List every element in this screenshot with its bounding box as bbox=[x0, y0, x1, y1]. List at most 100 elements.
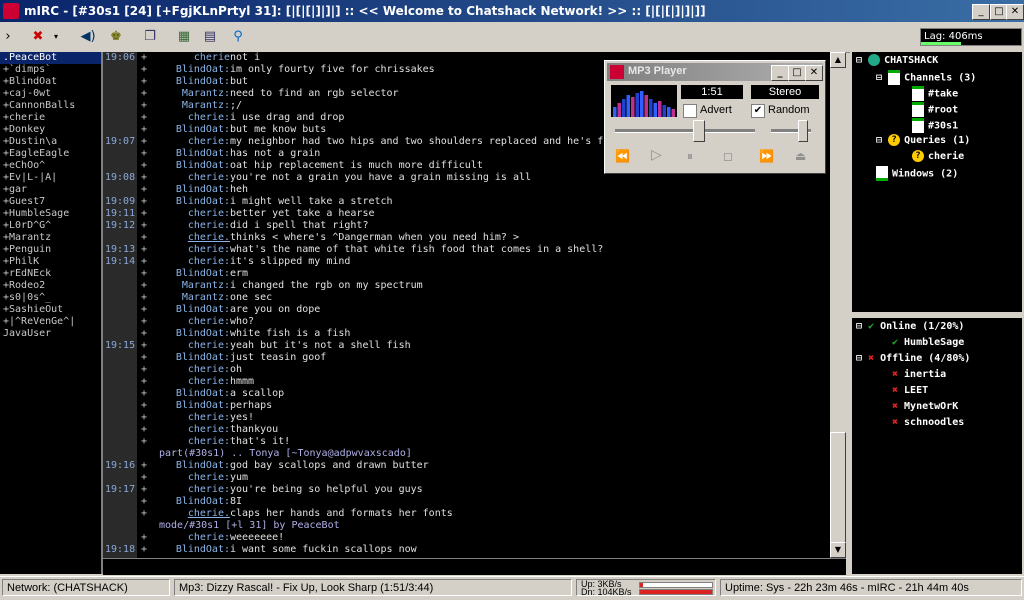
tree-queries[interactable]: ⊟ ? Queries (1) bbox=[876, 134, 970, 148]
chat-nick[interactable]: Marantz: bbox=[182, 280, 230, 292]
chat-nick[interactable]: BlindOat: bbox=[176, 76, 230, 88]
nick-item[interactable]: +SashieOut bbox=[0, 304, 101, 316]
tree-channel-item[interactable]: #30s1 bbox=[912, 118, 958, 133]
sound-icon[interactable]: ◀) bbox=[78, 27, 98, 47]
chat-nick[interactable]: cherie: bbox=[188, 436, 230, 448]
close-button[interactable]: ✕ bbox=[1006, 4, 1024, 20]
random-checkbox[interactable]: ✔ bbox=[751, 104, 765, 118]
eject-button[interactable]: ⏏ bbox=[795, 149, 806, 163]
nick-item[interactable]: +Ev|L-|A| bbox=[0, 172, 101, 184]
collapse-icon[interactable]: ⊟ bbox=[856, 321, 862, 332]
tree-network[interactable]: ⊟ CHATSHACK bbox=[856, 54, 938, 68]
chat-nick[interactable]: BlindOat: bbox=[176, 148, 230, 160]
chat-nick[interactable]: cherie: bbox=[188, 376, 230, 388]
notify-online-item[interactable]: ✔ HumbleSage bbox=[892, 336, 964, 350]
notify-online[interactable]: ⊟ ✔ Online (1/20%) bbox=[856, 320, 964, 334]
nick-item[interactable]: +rEdNEck bbox=[0, 268, 101, 280]
chat-nick[interactable]: BlindOat: bbox=[176, 64, 230, 76]
volume-track[interactable] bbox=[771, 120, 811, 142]
chat-nick[interactable]: BlindOat: bbox=[176, 352, 230, 364]
chat-nick[interactable]: cherie: bbox=[188, 220, 230, 232]
pause-button[interactable]: ⏸ bbox=[687, 149, 693, 164]
chat-nick[interactable]: Marantz: bbox=[182, 88, 230, 100]
chat-nick[interactable]: BlindOat: bbox=[176, 496, 230, 508]
chat-nick[interactable]: cherie bbox=[194, 52, 230, 64]
notify-offline-item[interactable]: ✖ schnoodles bbox=[892, 416, 964, 430]
nick-item[interactable]: +PhilK bbox=[0, 256, 101, 268]
mp3-player-window[interactable]: MP3 Player _ □ ✕ 1:51 Stereo Advert ✔ Ra… bbox=[604, 60, 826, 174]
chat-scrollbar[interactable]: ▲ ▼ bbox=[830, 52, 846, 558]
dropdown-icon[interactable]: ▾ bbox=[50, 27, 62, 47]
mp3-close-button[interactable]: ✕ bbox=[805, 65, 823, 81]
chat-nick[interactable]: BlindOat: bbox=[176, 196, 230, 208]
chat-nick[interactable]: cherie: bbox=[188, 256, 230, 268]
tree-windows[interactable]: Windows (2) bbox=[876, 166, 958, 181]
chat-nick[interactable]: Marantz: bbox=[182, 100, 230, 112]
tree-channel-item[interactable]: #root bbox=[912, 102, 958, 117]
chat-nick[interactable]: BlindOat: bbox=[176, 400, 230, 412]
collapse-icon[interactable]: ⊟ bbox=[876, 135, 882, 146]
nick-item[interactable]: +Dustin\a bbox=[0, 136, 101, 148]
nick-item[interactable]: +Penguin bbox=[0, 244, 101, 256]
channels-list-icon[interactable]: ▦ bbox=[174, 27, 194, 47]
tree-channel-item[interactable]: #take bbox=[912, 86, 958, 101]
minimize-button[interactable]: _ bbox=[972, 4, 990, 20]
notify-list[interactable]: ⊟ ✔ Online (1/20%) ✔ HumbleSage ⊟ ✖ Offli… bbox=[852, 318, 1022, 574]
chat-nick[interactable]: cherie: bbox=[188, 364, 230, 376]
chat-nick[interactable]: cherie: bbox=[188, 316, 230, 328]
message-input[interactable] bbox=[103, 558, 846, 575]
advert-checkbox[interactable] bbox=[683, 104, 697, 118]
play-button[interactable]: ▷ bbox=[651, 147, 662, 163]
scroll-thumb[interactable] bbox=[830, 432, 846, 544]
nick-item[interactable]: +Donkey bbox=[0, 124, 101, 136]
notify-offline-item[interactable]: ✖ MynetwOrK bbox=[892, 400, 958, 414]
chat-nick[interactable]: cherie: bbox=[188, 112, 230, 124]
nick-item[interactable]: +BlindOat bbox=[0, 76, 101, 88]
nick-item[interactable]: +L0rD^G^ bbox=[0, 220, 101, 232]
toolbar-arrow-icon[interactable]: › bbox=[2, 27, 14, 47]
chat-nick[interactable]: cherie. bbox=[188, 232, 230, 244]
scroll-down-button[interactable]: ▼ bbox=[830, 542, 846, 558]
disconnect-icon[interactable]: ✖ bbox=[28, 27, 48, 47]
stop-button[interactable]: ◻ bbox=[723, 149, 733, 163]
mp3-minimize-button[interactable]: _ bbox=[771, 65, 789, 81]
notify-offline-item[interactable]: ✖ inertia bbox=[892, 368, 946, 382]
windows-icon[interactable]: ❐ bbox=[140, 27, 160, 47]
chat-nick[interactable]: BlindOat: bbox=[176, 160, 230, 172]
treebar[interactable]: ⊟ CHATSHACK ⊟ Channels (3) #take #root #30… bbox=[852, 52, 1022, 312]
users-icon[interactable]: ♚ bbox=[106, 27, 126, 47]
nick-item[interactable]: JavaUser bbox=[0, 328, 101, 340]
dcc-icon[interactable]: ▤ bbox=[200, 27, 220, 47]
nick-item[interactable]: .PeaceBot bbox=[0, 52, 101, 64]
collapse-icon[interactable]: ⊟ bbox=[876, 73, 882, 84]
chat-nick[interactable]: Marantz: bbox=[182, 292, 230, 304]
nick-item[interactable]: +|^ReVenGe^| bbox=[0, 316, 101, 328]
nick-item[interactable]: +CannonBalls bbox=[0, 100, 101, 112]
chat-nick[interactable]: BlindOat: bbox=[176, 460, 230, 472]
collapse-icon[interactable]: ⊟ bbox=[856, 353, 862, 364]
nick-item[interactable]: +HumbleSage bbox=[0, 208, 101, 220]
chat-nick[interactable]: cherie: bbox=[188, 424, 230, 436]
notify-offline-item[interactable]: ✖ LEET bbox=[892, 384, 928, 398]
nick-item[interactable]: +Guest7 bbox=[0, 196, 101, 208]
chat-nick[interactable]: cherie: bbox=[188, 484, 230, 496]
chat-nick[interactable]: BlindOat: bbox=[176, 124, 230, 136]
nick-item[interactable]: +s0|0s^_ bbox=[0, 292, 101, 304]
nick-item[interactable]: +eChOo^ bbox=[0, 160, 101, 172]
chat-nick[interactable]: BlindOat: bbox=[176, 268, 230, 280]
nick-list[interactable]: .PeaceBot +`dimps` +BlindOat +caj-0wt +Canno… bbox=[0, 52, 103, 574]
chat-nick[interactable]: BlindOat: bbox=[176, 184, 230, 196]
tree-query-item[interactable]: ? cherie bbox=[912, 150, 964, 164]
address-book-icon[interactable]: ⚲ bbox=[228, 27, 248, 47]
chat-nick[interactable]: BlindOat: bbox=[176, 388, 230, 400]
tree-channels[interactable]: ⊟ Channels (3) bbox=[876, 70, 976, 85]
mp3-maximize-button[interactable]: □ bbox=[788, 65, 806, 81]
chat-nick[interactable]: cherie: bbox=[188, 244, 230, 256]
nick-item[interactable]: +Marantz bbox=[0, 232, 101, 244]
chat-nick[interactable]: BlindOat: bbox=[176, 304, 230, 316]
chat-nick[interactable]: cherie: bbox=[188, 412, 230, 424]
chat-nick[interactable]: cherie: bbox=[188, 340, 230, 352]
notify-offline[interactable]: ⊟ ✖ Offline (4/80%) bbox=[856, 352, 970, 366]
nick-item[interactable]: +EagleEagle bbox=[0, 148, 101, 160]
mirc-app-icon[interactable] bbox=[3, 3, 19, 19]
